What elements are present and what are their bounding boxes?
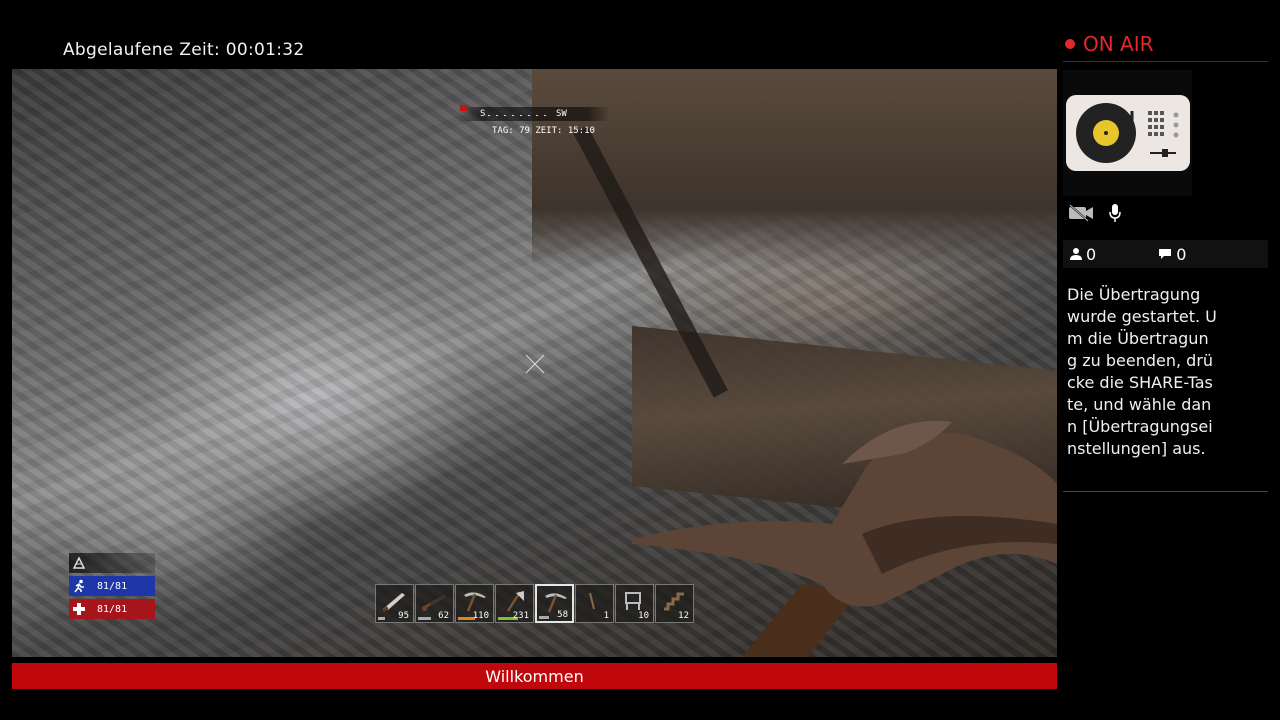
stick-icon (580, 589, 608, 613)
slot-count: 1 (603, 611, 609, 621)
toolbelt-slot[interactable]: 12 (655, 584, 694, 623)
crosshair-icon (525, 354, 545, 374)
broadcast-message: Die Übertragung wurde gestartet. Um die … (1067, 285, 1217, 458)
message-divider (1063, 491, 1268, 492)
elapsed-separator: : (213, 40, 220, 60)
slot-count: 231 (512, 611, 529, 621)
slot-count: 62 (438, 611, 449, 621)
camera-off-icon[interactable] (1068, 204, 1094, 226)
player-stats: 81/81 81/81 (69, 553, 155, 622)
toolbelt-slot[interactable]: 10 (615, 584, 654, 623)
comment-count: 0 (1158, 245, 1186, 264)
toolbelt-slot[interactable]: 231 (495, 584, 534, 623)
axe-icon (500, 589, 528, 613)
durability-bar (539, 616, 549, 619)
stamina-value: 81/81 (97, 580, 128, 592)
compass-direction-sw: SW (556, 109, 567, 119)
stream-thumbnail (1063, 70, 1192, 196)
slot-count: 95 (398, 611, 409, 621)
panel-divider (1063, 61, 1268, 62)
on-air-indicator: ON AIR (1065, 32, 1154, 56)
elapsed-label: Abgelaufene Zeit (63, 40, 214, 60)
viewer-count-value: 0 (1086, 244, 1097, 264)
stream-controls (1068, 203, 1122, 227)
live-dot-icon (1065, 39, 1075, 49)
day-time-readout: TAG: 79 ZEIT: 15:10 (492, 126, 595, 136)
pickaxe-icon (460, 589, 488, 613)
toolbelt-slot[interactable]: 110 (455, 584, 494, 623)
chair-icon (620, 589, 648, 613)
elapsed-time: Abgelaufene Zeit: 00:01:32 (63, 40, 304, 60)
food-stat (69, 553, 155, 573)
turntable-icon (1065, 95, 1190, 171)
slot-count: 58 (557, 610, 568, 620)
game-viewport[interactable]: S SW TAG: 79 ZEIT: 15:10 95 62 110 231 58 1 10… (12, 69, 1057, 657)
slot-count: 10 (638, 611, 649, 621)
toolbelt: 95 62 110 231 58 1 10 12 (375, 584, 694, 623)
toolbelt-slot[interactable]: 62 (415, 584, 454, 623)
held-pickaxe (632, 420, 1057, 657)
on-air-label: ON AIR (1083, 32, 1154, 56)
health-stat: 81/81 (69, 599, 155, 619)
toolbelt-slot[interactable]: 58 (535, 584, 574, 623)
compass-ticks (488, 115, 552, 116)
compass: S SW TAG: 79 ZEIT: 15:10 (458, 105, 610, 145)
health-cross-icon (69, 599, 89, 619)
microphone-icon[interactable] (1108, 203, 1122, 227)
viewer-count: 0 (1069, 245, 1096, 264)
running-icon (69, 576, 89, 596)
welcome-banner: Willkommen (12, 663, 1057, 689)
toolbelt-slot[interactable]: 1 (575, 584, 614, 623)
person-icon (1070, 248, 1082, 260)
comment-count-value: 0 (1176, 244, 1187, 264)
elapsed-value: 00:01:32 (225, 40, 305, 60)
audience-counts: 0 0 (1063, 240, 1268, 268)
toolbelt-slot[interactable]: 95 (375, 584, 414, 623)
slot-count: 12 (678, 611, 689, 621)
slot-count: 110 (472, 611, 489, 621)
stairs-icon (660, 589, 688, 613)
rifle-icon (420, 589, 448, 613)
durability-bar (378, 617, 385, 620)
flag-icon (460, 105, 468, 111)
stamina-stat: 81/81 (69, 576, 155, 596)
speech-bubble-icon (1159, 249, 1172, 259)
welcome-text: Willkommen (485, 666, 584, 686)
knife-icon (380, 589, 408, 613)
durability-bar (418, 617, 431, 620)
compass-direction-s: S (480, 109, 486, 119)
health-value: 81/81 (97, 603, 128, 615)
food-icon (69, 553, 89, 573)
